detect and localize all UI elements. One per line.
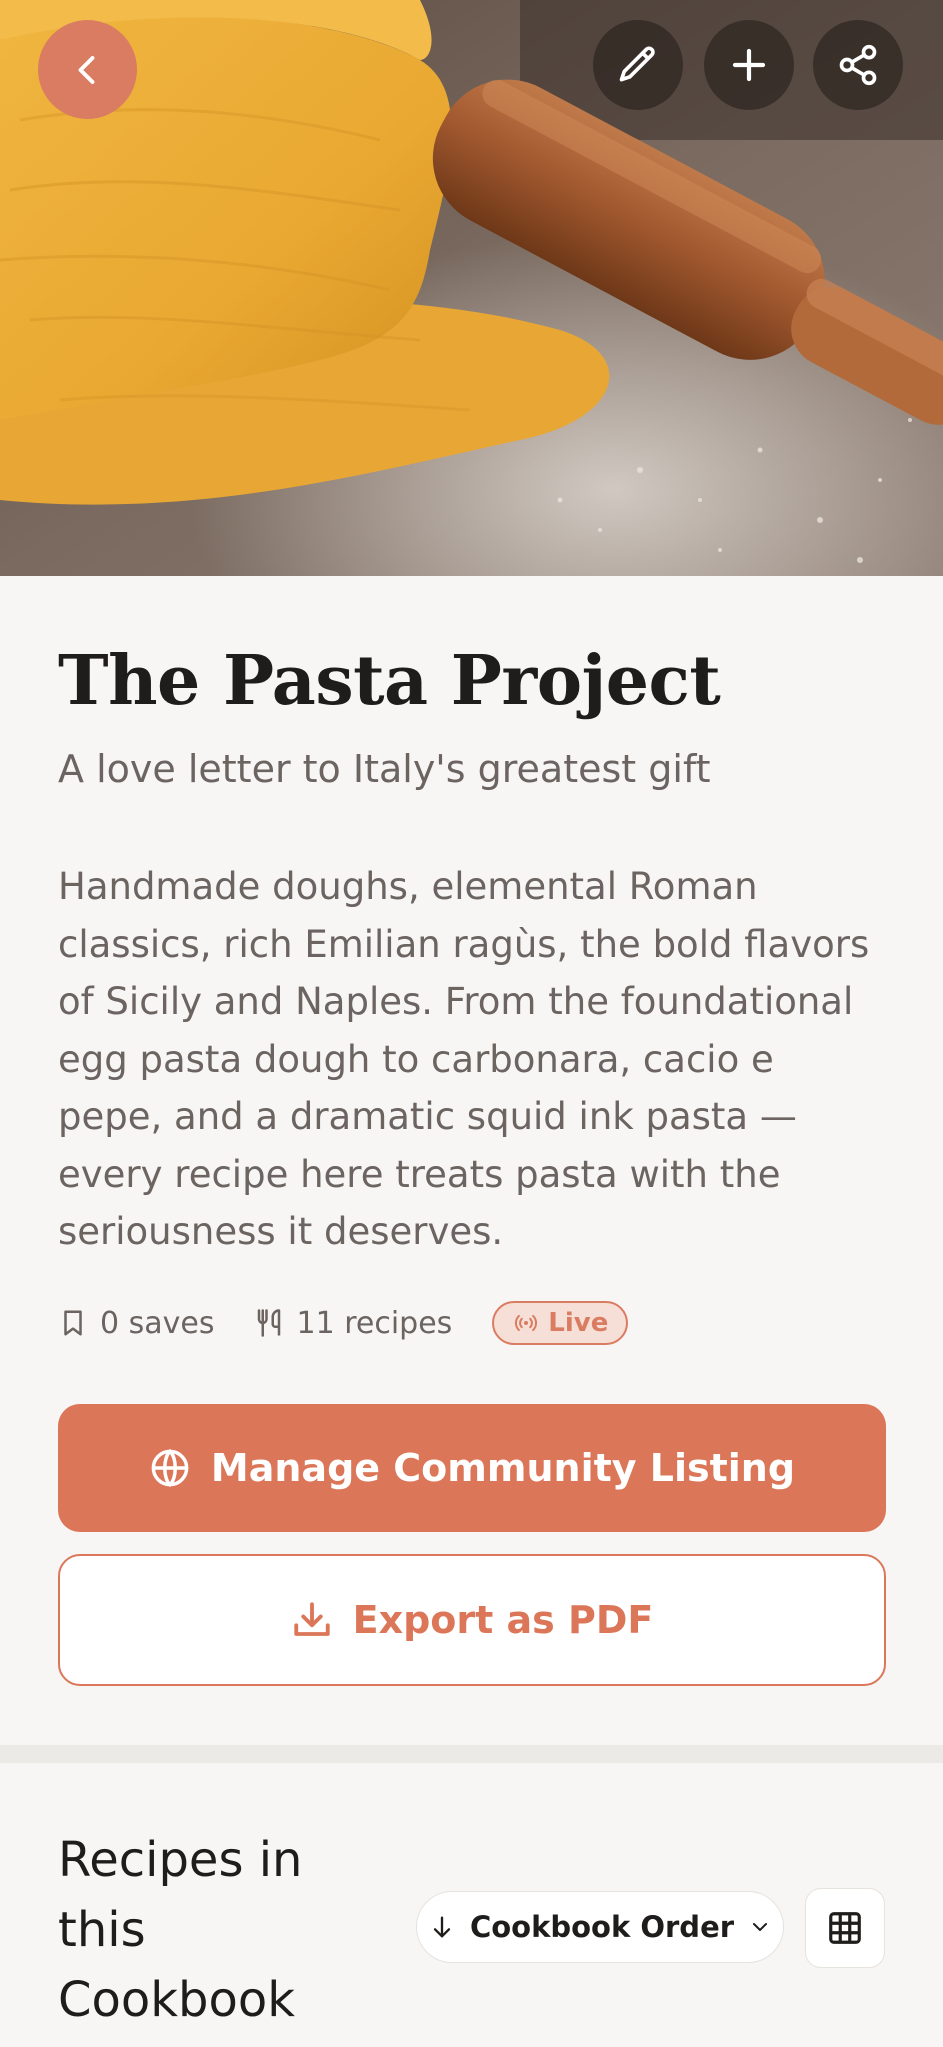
grid-icon — [829, 1912, 861, 1944]
grid-view-toggle[interactable] — [805, 1888, 885, 1968]
pasta-dough-illustration — [0, 0, 943, 576]
recipes-stat: 11 recipes — [254, 1306, 452, 1341]
cookbook-page: The Pasta Project A love letter to Italy… — [0, 0, 943, 2047]
section-title: Recipes in this Cookbook — [58, 1832, 303, 2028]
hero-image — [0, 0, 943, 576]
recipes-count: 11 recipes — [296, 1305, 453, 1341]
download-icon — [293, 1602, 330, 1636]
arrow-down-icon — [433, 1916, 451, 1938]
recipes-section: Recipes in this Cookbook Cookbook Order — [0, 1763, 943, 2047]
plus-icon — [732, 48, 766, 82]
bookmark-icon — [64, 1310, 82, 1336]
export-pdf-label: Export as PDF — [352, 1598, 654, 1642]
broadcast-icon — [515, 1314, 538, 1332]
chevron-down-icon — [753, 1923, 768, 1931]
sort-dropdown[interactable]: Cookbook Order — [416, 1891, 784, 1963]
manage-community-listing-button[interactable]: Manage Community Listing — [58, 1404, 886, 1532]
chevron-left-icon — [78, 55, 94, 84]
manage-community-listing-label: Manage Community Listing — [210, 1446, 796, 1490]
globe-icon — [151, 1449, 189, 1487]
saves-count: 0 saves — [100, 1305, 215, 1341]
share-button[interactable] — [813, 20, 903, 110]
saves-stat: 0 saves — [58, 1306, 214, 1341]
stats-row: 0 saves 11 recipes Live — [58, 1298, 629, 1348]
section-divider — [0, 1745, 943, 1763]
share-icon — [839, 44, 877, 86]
page-subtitle: A love letter to Italy's greatest gift — [58, 747, 711, 791]
export-pdf-button[interactable]: Export as PDF — [58, 1554, 886, 1686]
status-label: Live — [548, 1308, 609, 1338]
back-button[interactable] — [38, 20, 137, 119]
cookbook-description: Handmade doughs, elemental Roman classic… — [58, 865, 870, 1253]
pencil-icon — [619, 46, 655, 82]
add-button[interactable] — [704, 20, 794, 110]
utensils-icon — [258, 1309, 281, 1337]
sort-label: Cookbook Order — [469, 1910, 735, 1944]
status-badge: Live — [492, 1301, 629, 1345]
edit-button[interactable] — [593, 20, 683, 110]
page-title: The Pasta Project — [58, 641, 721, 721]
